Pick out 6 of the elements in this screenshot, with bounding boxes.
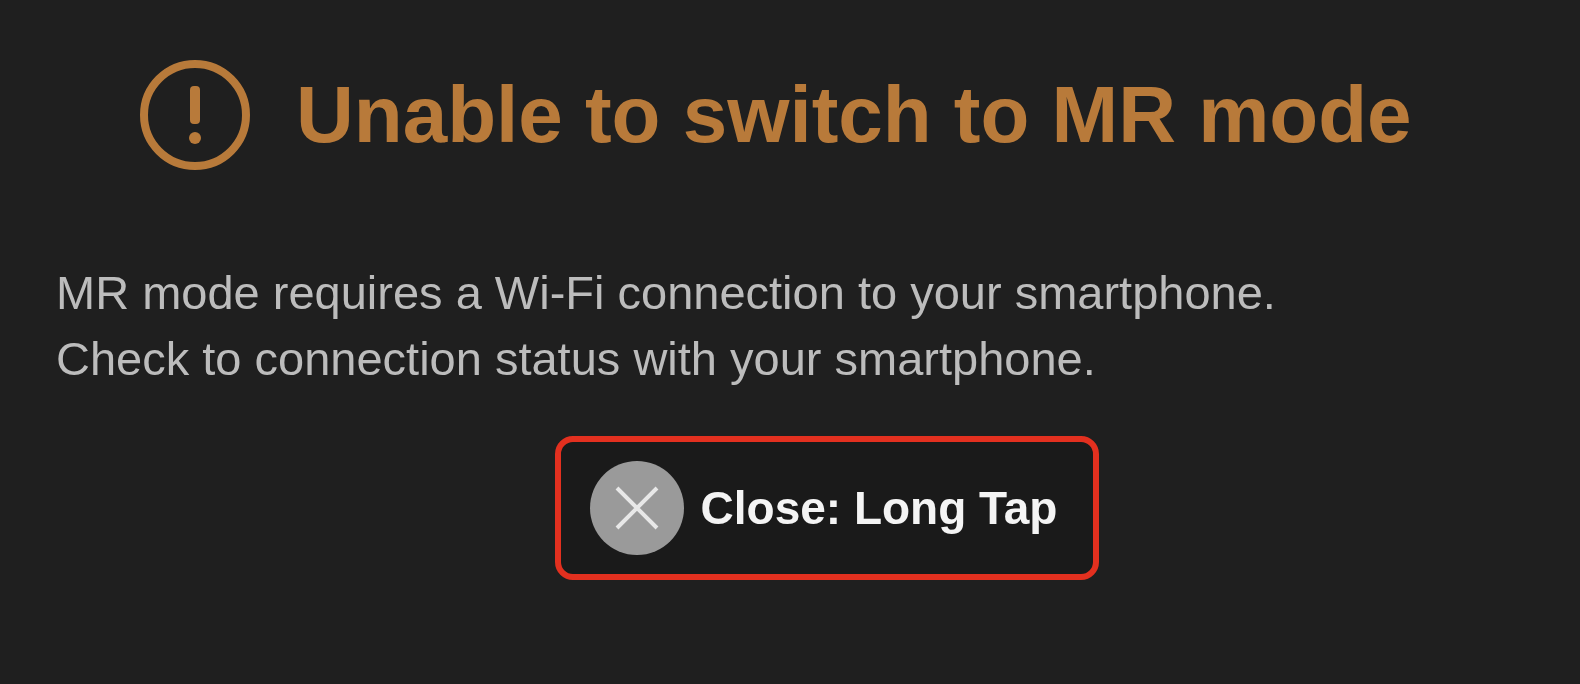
warning-icon — [138, 58, 252, 172]
close-icon — [588, 460, 685, 556]
message-text: MR mode requires a Wi-Fi connection to your smartphone. — [56, 265, 1277, 321]
close-button[interactable]: Close: Long Tap — [554, 436, 1100, 580]
dialog-title: Unable to switch to MR mode — [296, 75, 1412, 155]
message-text: Check to connection status with your smartphone. — [56, 331, 1097, 387]
